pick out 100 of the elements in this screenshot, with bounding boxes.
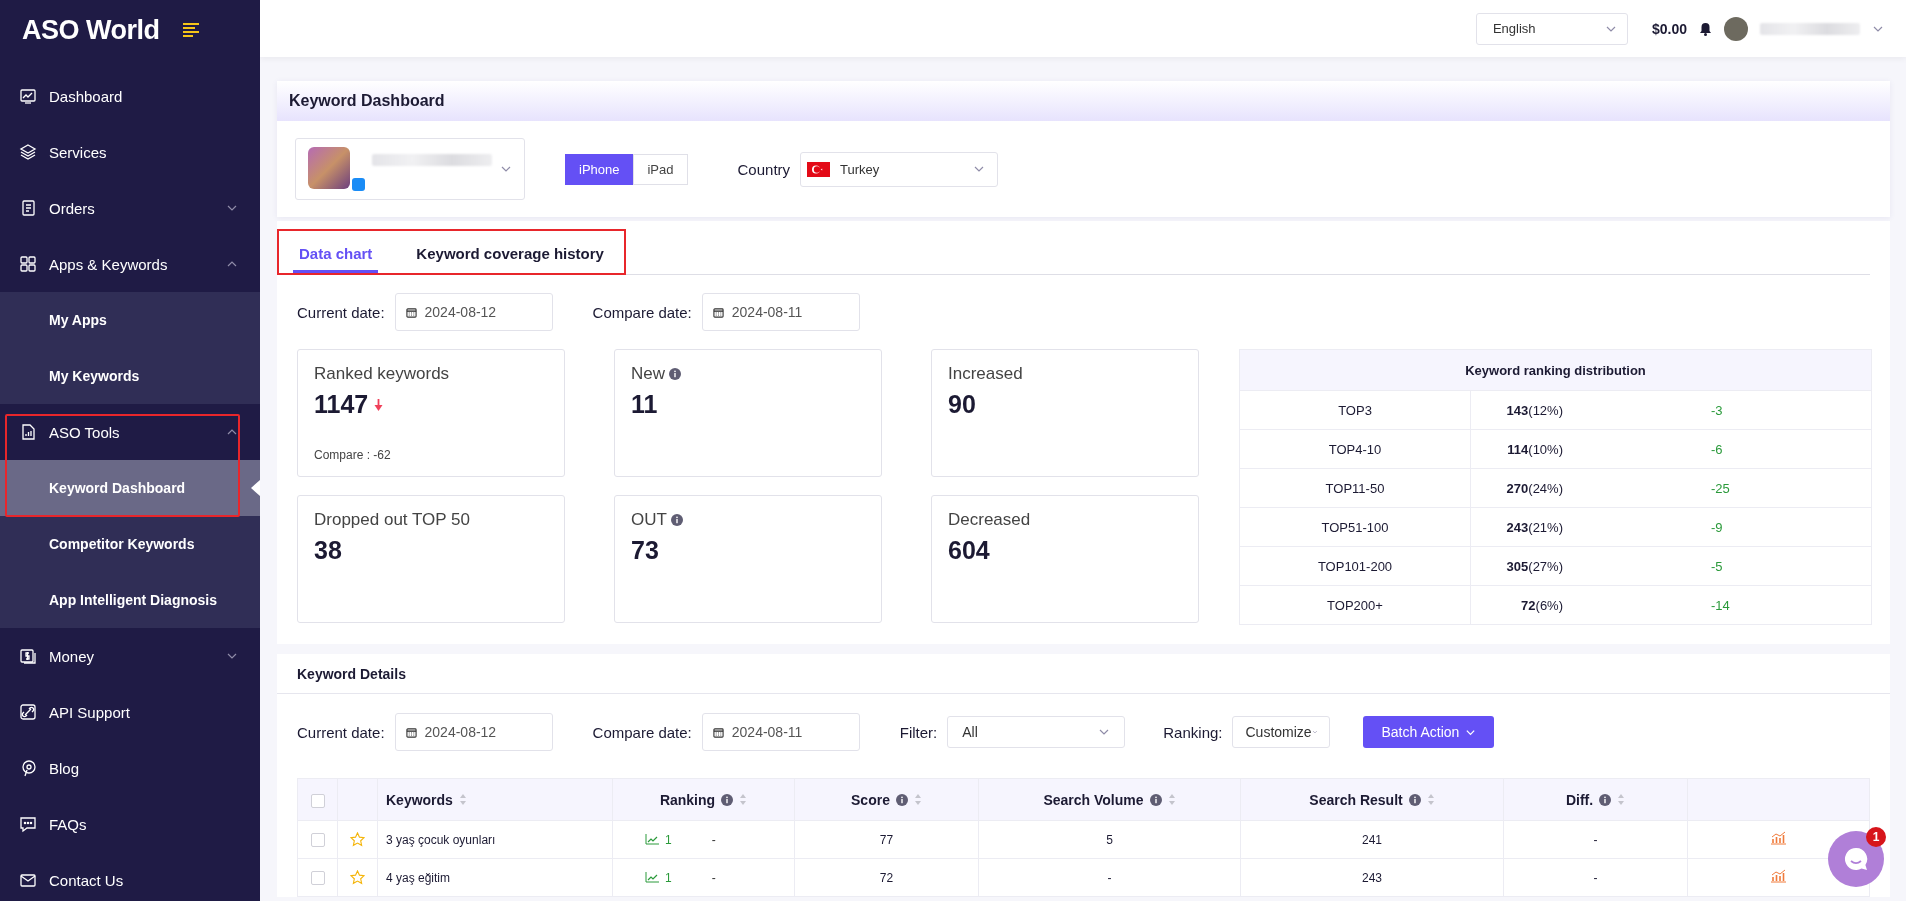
tab[interactable]: Data chart bbox=[293, 244, 379, 273]
sidebar-item[interactable]: ASO Tools bbox=[0, 404, 260, 460]
stat-label: Increased bbox=[948, 364, 1023, 384]
grid-icon bbox=[19, 255, 37, 273]
star-icon[interactable] bbox=[350, 870, 365, 886]
sidebar-subitem[interactable]: Competitor Keywords bbox=[0, 516, 260, 572]
table-cell: -6 bbox=[1711, 429, 1872, 469]
stat-value: 1147 bbox=[314, 390, 369, 419]
info-icon bbox=[670, 514, 683, 526]
table-cell: 241 bbox=[1240, 820, 1504, 859]
ranking-value: 1 bbox=[665, 870, 672, 885]
sidebar-item[interactable]: Services bbox=[0, 124, 260, 180]
filter-select[interactable]: All bbox=[947, 716, 1126, 748]
column-header: Score bbox=[851, 791, 890, 808]
column-header: Ranking bbox=[659, 791, 716, 808]
column-header: Search Volume bbox=[1043, 791, 1144, 808]
table-cell: -14 bbox=[1711, 585, 1872, 625]
country-select[interactable]: Turkey bbox=[800, 151, 999, 187]
row-checkbox[interactable] bbox=[310, 870, 325, 885]
star-icon[interactable] bbox=[350, 832, 365, 848]
ranking-select[interactable]: Customize bbox=[1232, 716, 1331, 748]
table-cell: TOP4-10 bbox=[1239, 429, 1471, 469]
table-cell: -5 bbox=[1711, 546, 1872, 586]
country-label: Country bbox=[737, 160, 791, 178]
select-all-checkbox[interactable] bbox=[310, 793, 325, 808]
tab[interactable]: Keyword coverage history bbox=[410, 244, 610, 273]
bar-chart-icon[interactable] bbox=[1770, 831, 1787, 845]
avatar[interactable] bbox=[1724, 16, 1748, 41]
date-label: Compare date: bbox=[592, 303, 692, 321]
column-header: Search Result bbox=[1309, 791, 1403, 808]
sort-icon[interactable] bbox=[739, 793, 748, 806]
brand-logo[interactable]: ASO World bbox=[22, 14, 160, 46]
app-select[interactable] bbox=[295, 138, 525, 200]
flag-icon bbox=[807, 161, 831, 177]
chart-icon bbox=[19, 87, 37, 105]
table-cell: -25 bbox=[1711, 468, 1872, 508]
sort-icon[interactable] bbox=[913, 793, 922, 806]
trend-chart-icon bbox=[645, 872, 659, 883]
sidebar-subitem[interactable]: Keyword Dashboard bbox=[0, 460, 260, 516]
bar-chart-icon[interactable] bbox=[1770, 869, 1787, 883]
stat-value: 604 bbox=[948, 536, 990, 565]
language-select[interactable]: English bbox=[1475, 12, 1628, 45]
stat-value: 73 bbox=[631, 536, 659, 565]
envelope-icon bbox=[19, 871, 37, 889]
sidebar-item[interactable]: Dashboard bbox=[0, 68, 260, 124]
date-field[interactable]: 2024-08-12 bbox=[394, 293, 553, 331]
chat-icon bbox=[19, 815, 37, 833]
column-header: Diff. bbox=[1565, 791, 1594, 808]
table-title: Keyword ranking distribution bbox=[1239, 349, 1872, 391]
dollar-icon bbox=[19, 647, 37, 665]
date-field[interactable]: 2024-08-11 bbox=[701, 293, 860, 331]
info-icon bbox=[1149, 793, 1162, 806]
chat-icon bbox=[1843, 846, 1869, 872]
table-cell: 5 bbox=[978, 820, 1241, 859]
table-cell: 4 yaş eğitim bbox=[377, 858, 613, 897]
stat-label: OUT bbox=[631, 510, 667, 530]
date-label: Current date: bbox=[297, 303, 385, 321]
app-icon-placeholder bbox=[308, 147, 350, 189]
sort-icon[interactable] bbox=[1617, 793, 1626, 806]
ranking-value: 1 bbox=[665, 832, 672, 847]
layers-icon bbox=[19, 143, 37, 161]
calendar-icon bbox=[712, 306, 724, 318]
stat-label: Decreased bbox=[948, 510, 1031, 530]
sidebar-subitem[interactable]: My Apps bbox=[0, 292, 260, 348]
bell-icon[interactable] bbox=[1699, 21, 1712, 36]
sidebar-item[interactable]: Apps & Keywords bbox=[0, 236, 260, 292]
info-icon bbox=[721, 793, 734, 806]
stat-value: 90 bbox=[948, 390, 976, 419]
sidebar-item[interactable]: Money bbox=[0, 628, 260, 684]
menu-icon[interactable] bbox=[181, 22, 202, 38]
table-cell: 3 yaş çocuk oyunları bbox=[377, 820, 613, 859]
sort-icon[interactable] bbox=[1167, 793, 1176, 806]
table-cell: 77 bbox=[794, 820, 979, 859]
info-icon bbox=[1599, 793, 1612, 806]
section-title: Keyword Details bbox=[277, 654, 1890, 694]
column-header: Keywords bbox=[386, 791, 453, 808]
sidebar-subitem[interactable]: App Intelligent Diagnosis bbox=[0, 572, 260, 628]
sidebar-subitem[interactable]: My Keywords bbox=[0, 348, 260, 404]
device-tab[interactable]: iPhone bbox=[565, 153, 634, 185]
device-tab[interactable]: iPad bbox=[633, 153, 688, 185]
stat-label: New bbox=[631, 364, 665, 384]
row-checkbox[interactable] bbox=[310, 832, 325, 847]
sidebar-item[interactable]: Contact Us bbox=[0, 852, 260, 901]
sidebar-item[interactable]: API Support bbox=[0, 684, 260, 740]
info-icon bbox=[669, 368, 681, 380]
table-cell: TOP3 bbox=[1239, 390, 1471, 430]
sort-icon[interactable] bbox=[458, 793, 467, 806]
date-label: Current date: bbox=[297, 723, 385, 741]
sidebar-item[interactable]: FAQs bbox=[0, 796, 260, 852]
document-icon bbox=[19, 199, 37, 217]
calendar-icon bbox=[712, 726, 724, 738]
date-field[interactable]: 2024-08-11 bbox=[701, 713, 860, 751]
sidebar-item[interactable]: Orders bbox=[0, 180, 260, 236]
table-cell: - bbox=[1503, 820, 1688, 859]
sort-icon[interactable] bbox=[1426, 793, 1435, 806]
batch-action-button[interactable]: Batch Action bbox=[1363, 716, 1495, 748]
date-field[interactable]: 2024-08-12 bbox=[394, 713, 553, 751]
sidebar-item[interactable]: Blog bbox=[0, 740, 260, 796]
compare-text: Compare : -62 bbox=[314, 448, 392, 462]
stat-label: Dropped out TOP 50 bbox=[314, 510, 470, 530]
